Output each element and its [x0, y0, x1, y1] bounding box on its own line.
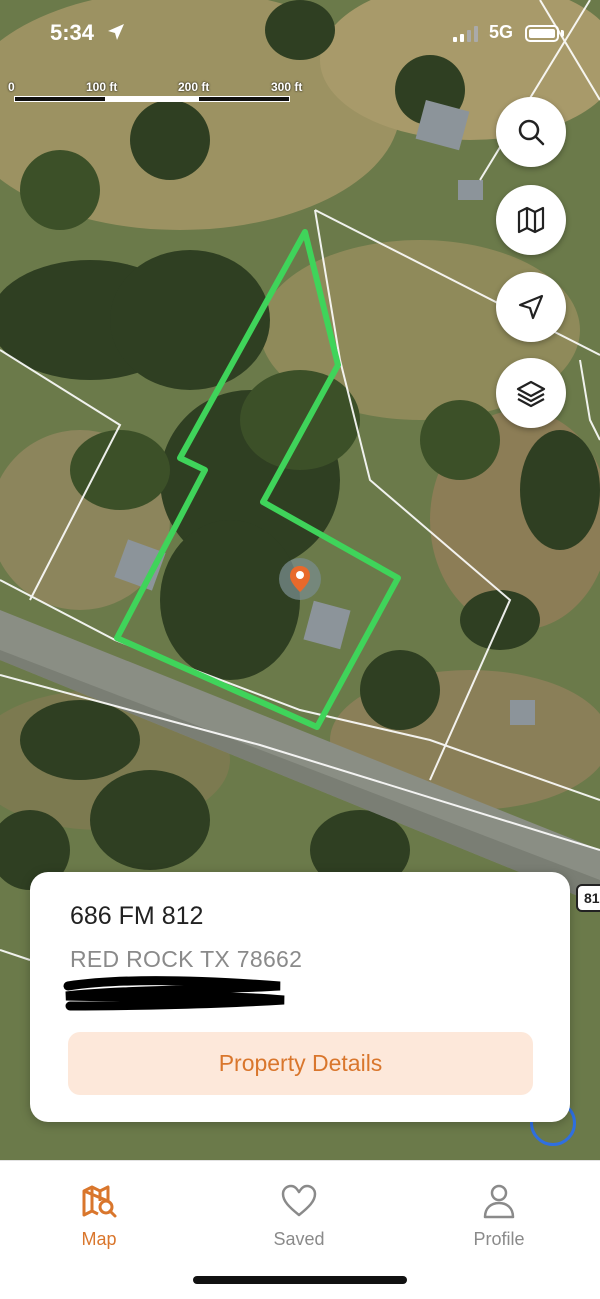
status-time: 5:34	[50, 20, 95, 45]
scale-segment-2	[106, 96, 198, 102]
layers-icon	[516, 380, 546, 408]
person-icon	[483, 1184, 515, 1219]
tab-profile-label: Profile	[473, 1229, 525, 1249]
property-card: 686 FM 812 RED ROCK TX 78662 Property De…	[30, 872, 570, 1122]
heart-icon	[281, 1184, 317, 1217]
property-details-button[interactable]: Property Details	[68, 1032, 533, 1095]
scale-label-0: 0	[8, 80, 15, 94]
scale-segment-1	[14, 96, 106, 102]
search-button[interactable]	[496, 97, 566, 167]
scale-segment-3	[198, 96, 290, 102]
tab-map-label: Map	[81, 1229, 117, 1249]
my-location-button[interactable]	[496, 272, 566, 342]
map-icon	[517, 206, 545, 234]
map-scale: 0 100 ft 200 ft 300 ft	[8, 80, 308, 110]
tab-saved-label: Saved	[273, 1229, 325, 1249]
scale-label-200: 200 ft	[178, 80, 210, 94]
status-bar: 5:34 5G	[0, 0, 600, 70]
map-search-icon	[82, 1185, 117, 1218]
battery-cap	[561, 30, 564, 37]
redacted-owner-scribble	[63, 976, 285, 1011]
scale-label-300: 300 ft	[271, 80, 303, 94]
property-pin[interactable]	[279, 558, 321, 600]
home-indicator[interactable]	[193, 1276, 407, 1284]
layers-button[interactable]	[496, 358, 566, 428]
signal-strength-icon	[453, 26, 478, 42]
address-line1: 686 FM 812	[70, 902, 204, 930]
network-type: 5G	[489, 22, 514, 42]
map-style-button[interactable]	[496, 185, 566, 255]
tab-saved[interactable]: Saved	[239, 1181, 359, 1261]
road-marker: 81	[576, 884, 600, 912]
battery-icon	[525, 25, 559, 42]
scale-label-100: 100 ft	[86, 80, 118, 94]
address-line2: RED ROCK TX 78662	[70, 946, 303, 972]
location-arrow-icon	[108, 24, 124, 40]
tab-profile[interactable]: Profile	[439, 1181, 559, 1261]
map-pin-icon	[290, 566, 310, 592]
navigate-arrow-icon	[518, 294, 544, 320]
search-icon	[518, 119, 545, 146]
tab-map[interactable]: Map	[39, 1181, 159, 1261]
